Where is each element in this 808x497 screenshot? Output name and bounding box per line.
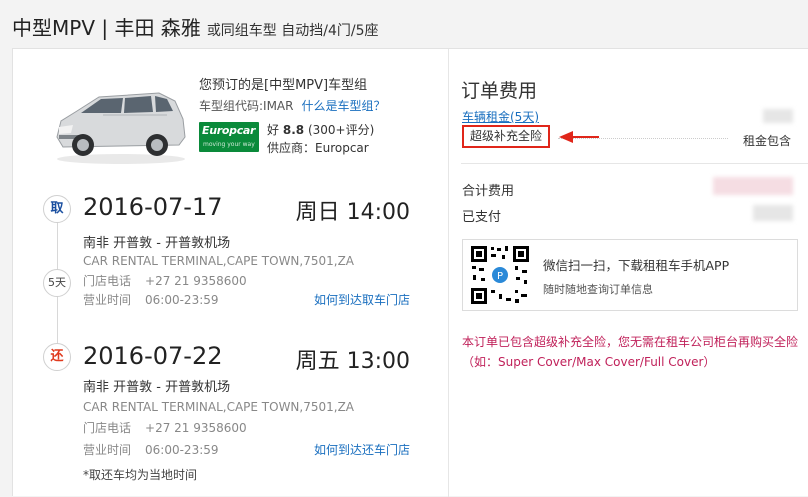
return-hours: 营业时间 06:00-23:59	[83, 443, 219, 457]
rating-count: (300+评分)	[307, 123, 375, 137]
rating-score: 8.8	[282, 123, 305, 137]
return-location: 南非 开普敦 - 开普敦机场	[83, 380, 231, 395]
europcar-logo: Europcar moving your way	[199, 122, 259, 152]
car-group-title: 您预订的是[中型MPV]车型组	[199, 78, 368, 93]
return-time: 周五 13:00	[295, 349, 410, 374]
dotted-leader	[558, 138, 728, 139]
return-phone: 门店电话 +27 21 9358600	[83, 421, 247, 435]
pickup-directions-link[interactable]: 如何到达取车门店	[314, 291, 410, 308]
vendor-rating: 好 8.8 (300+评分)	[267, 121, 374, 138]
pickup-hours: 营业时间 06:00-23:59	[83, 293, 219, 307]
duration-badge: 5天	[43, 269, 71, 297]
app-download-subtext: 随时随地查询订单信息	[543, 283, 653, 296]
pickup-badge: 取	[43, 195, 71, 223]
insurance-included-note: 租金包含	[743, 134, 792, 148]
fee-title: 订单费用	[461, 80, 538, 102]
supplier-name: 供应商：Europcar	[267, 141, 369, 155]
pickup-time: 周日 14:00	[295, 200, 410, 225]
order-card: 您预订的是[中型MPV]车型组 车型组代码:IMAR 什么是车型组？ Europc…	[12, 48, 808, 497]
insurance-notice: 本订单已包含超级补充全险，您无需在租车公司柜台再购买全险（如：Super Cov…	[462, 335, 799, 369]
car-code-label: 车型组代码:IMAR	[199, 99, 294, 113]
return-address: CAR RENTAL TERMINAL,CAPE TOWN,7501,ZA	[83, 400, 355, 414]
page-subtitle: 或同组车型 自动挡/4门/5座	[206, 23, 379, 39]
insurance-highlight: 超级补充全险	[462, 125, 550, 148]
page-title: 中型MPV | 丰田 森雅	[12, 16, 201, 40]
car-image	[56, 92, 186, 164]
page-header: 中型MPV | 丰田 森雅 或同组车型 自动挡/4门/5座	[12, 12, 379, 41]
return-badge: 还	[43, 343, 71, 371]
app-download-box: P 微信扫一扫，下载租租车手机APP 随时随地查询订单信息	[462, 239, 798, 311]
rating-label: 好	[267, 123, 280, 137]
pickup-address: CAR RENTAL TERMINAL,CAPE TOWN,7501,ZA	[83, 254, 355, 268]
local-time-footnote: *取还车均为当地时间	[83, 468, 198, 482]
what-is-car-group-link[interactable]: 什么是车型组？	[301, 99, 385, 113]
column-divider	[448, 49, 449, 497]
svg-text:P: P	[497, 271, 503, 282]
pickup-location: 南非 开普敦 - 开普敦机场	[83, 236, 231, 251]
return-directions-link[interactable]: 如何到达还车门店	[314, 441, 410, 458]
paid-label: 已支付	[462, 210, 502, 225]
total-amount-blurred	[713, 177, 793, 195]
pickup-date: 2016-07-17	[83, 193, 223, 221]
paid-amount-blurred	[753, 205, 793, 221]
fee-divider	[461, 163, 808, 164]
rent-fee-link[interactable]: 车辆租金(5天)	[462, 108, 539, 125]
car-group-code: 车型组代码:IMAR 什么是车型组？	[199, 97, 386, 114]
arrow-shaft	[573, 136, 599, 138]
total-label: 合计费用	[462, 184, 515, 199]
rent-amount-blurred	[763, 109, 793, 123]
pickup-phone: 门店电话 +27 21 9358600	[83, 274, 247, 288]
arrow-left-icon	[559, 131, 573, 143]
app-download-text: 微信扫一扫，下载租租车手机APP	[543, 258, 730, 273]
return-date: 2016-07-22	[83, 342, 223, 370]
qr-code-icon: P	[469, 244, 531, 306]
